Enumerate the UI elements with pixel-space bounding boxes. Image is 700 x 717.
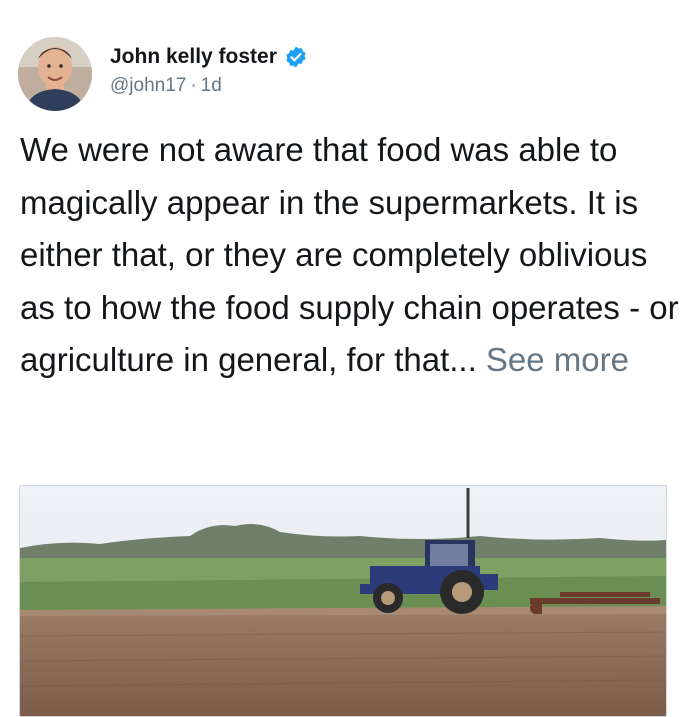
separator-dot: · xyxy=(190,75,197,96)
tweet-header: John kelly foster @john17 · 1d xyxy=(18,36,308,112)
user-avatar-icon xyxy=(18,37,92,111)
tractor-field-photo-icon xyxy=(20,486,666,716)
author-handle[interactable]: @john17 xyxy=(110,75,186,97)
see-more-link[interactable]: See more xyxy=(486,341,629,378)
verified-badge-icon xyxy=(284,45,308,69)
author-name[interactable]: John kelly foster xyxy=(110,45,277,69)
tweet-timestamp[interactable]: 1d xyxy=(201,75,222,97)
tweet-text: We were not aware that food was able to … xyxy=(20,124,688,387)
avatar[interactable] xyxy=(18,37,92,111)
tweet-media[interactable] xyxy=(19,485,667,717)
